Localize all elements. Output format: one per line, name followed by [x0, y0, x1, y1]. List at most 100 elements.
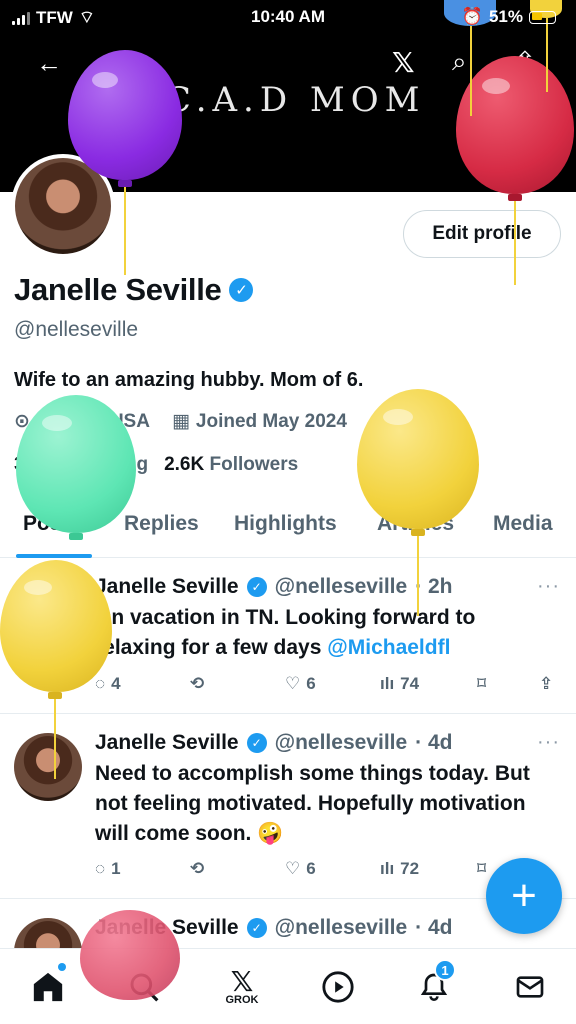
bookmark-button[interactable]: ⌑ [477, 859, 486, 879]
post-author-name[interactable]: Janelle Seville [95, 731, 239, 755]
calendar-icon: ▦ [171, 411, 190, 432]
profile-handle: @nelleseville [14, 318, 139, 341]
plus-icon: + [511, 871, 537, 920]
compose-post-button[interactable]: + [486, 858, 562, 934]
home-unread-dot [58, 963, 66, 971]
verified-badge-icon: ✓ [246, 918, 267, 938]
battery-percent: 51% [488, 7, 523, 26]
bookmark-button[interactable]: ⌑ [477, 674, 486, 694]
repost-button[interactable]: ⟲ [190, 859, 204, 879]
post-author-handle: @nelleseville [274, 916, 408, 939]
repost-button[interactable]: ⟲ [190, 674, 204, 694]
banner-text: S.C.A.D MOM [120, 80, 426, 120]
post-avatar[interactable] [14, 918, 82, 948]
reply-button[interactable]: ◌ 1 [95, 859, 121, 879]
post-item[interactable]: Janelle Seville ✓ @nelleseville · 2h ···… [0, 559, 576, 714]
like-count: 6 [306, 674, 316, 693]
profile-avatar[interactable] [11, 154, 115, 258]
post-timestamp: · 4d [415, 731, 453, 754]
heart-icon: ♡ [285, 859, 301, 878]
like-count: 6 [306, 859, 316, 878]
tab-posts[interactable]: Posts [23, 512, 80, 536]
bookmark-icon: ⌑ [477, 674, 487, 693]
post-item[interactable]: Janelle Seville ✓ @nelleseville · 4d ···… [0, 715, 576, 899]
nav-messages[interactable] [508, 965, 552, 1009]
verified-badge-icon[interactable]: ✓ [229, 278, 254, 302]
edit-profile-button[interactable]: Edit profile [403, 210, 561, 258]
followers-link[interactable]: 2.6K Followers [164, 454, 298, 476]
location-item: ⊙ Florida, USA [14, 410, 150, 433]
tab-articles[interactable]: Articles [377, 512, 454, 536]
nav-grok[interactable]: 𝕏 GROK [220, 965, 264, 1009]
post-author-handle: @nelleseville [274, 731, 408, 754]
reply-count: 1 [111, 859, 121, 878]
search-icon[interactable]: ⌕ [452, 46, 467, 78]
views-icon: ılı [380, 859, 395, 878]
location-text: Florida, USA [35, 410, 150, 432]
grok-icon: 𝕏 [230, 966, 254, 997]
alarm-icon: ⏰ [461, 7, 483, 26]
profile-name: Janelle Seville [14, 272, 222, 307]
profile-tabs: Posts Replies Highlights Articles Media [0, 504, 576, 558]
more-options-icon[interactable]: ··· [537, 731, 560, 754]
notifications-badge: 1 [434, 959, 456, 981]
views-button[interactable]: ılı 72 [380, 859, 419, 879]
joined-text: Joined May 2024 [195, 410, 347, 432]
post-avatar[interactable] [14, 575, 82, 643]
post-timestamp: · 4d [415, 916, 453, 939]
reply-icon: ◌ [95, 859, 106, 878]
play-icon [322, 971, 354, 1003]
reply-count: 4 [111, 674, 121, 693]
active-tab-indicator [16, 554, 92, 558]
repost-icon: ⟲ [190, 674, 205, 693]
nav-home[interactable] [26, 963, 70, 1009]
tab-highlights[interactable]: Highlights [234, 512, 337, 536]
more-options-icon[interactable]: ··· [537, 575, 560, 598]
nav-notifications[interactable]: 1 [412, 959, 456, 1009]
mail-icon [516, 976, 544, 998]
profile-bio: Wife to an amazing hubby. Mom of 6. [14, 369, 364, 391]
following-link[interactable]: 3.4K Following [14, 454, 148, 476]
share-icon: ⇪ [539, 674, 554, 693]
nav-video[interactable] [316, 965, 360, 1009]
home-icon [33, 972, 63, 1002]
post-text: On vacation in TN. Looking forward to re… [95, 603, 555, 663]
post-text: Need to accomplish some things today. Bu… [95, 762, 530, 845]
mention-link[interactable]: @Michaeldfl [327, 636, 450, 659]
repost-icon: ⟲ [190, 859, 205, 878]
heart-icon: ♡ [285, 674, 301, 693]
back-arrow-icon[interactable]: ← [36, 48, 62, 79]
views-button[interactable]: ılı 74 [380, 674, 419, 694]
bottom-nav: 𝕏 GROK 1 [0, 948, 576, 1024]
post-author-handle: @nelleseville [274, 575, 408, 598]
joined-item: ▦ Joined May 2024 [172, 410, 347, 433]
status-bar: TFW ⌔ 10:40 AM ⏰ 51% [0, 0, 576, 34]
like-button[interactable]: ♡ 6 [285, 674, 316, 694]
tab-replies[interactable]: Replies [124, 512, 199, 536]
post-author-name[interactable]: Janelle Seville [95, 575, 239, 599]
followers-label: Followers [209, 454, 299, 475]
reply-icon: ◌ [95, 674, 106, 693]
share-icon[interactable]: ⇪ [514, 46, 536, 77]
location-pin-icon: ⊙ [14, 411, 30, 432]
reply-button[interactable]: ◌ 4 [95, 674, 121, 694]
bookmark-icon: ⌑ [477, 859, 487, 878]
battery-icon [529, 10, 556, 24]
post-author-name[interactable]: Janelle Seville [95, 916, 239, 940]
share-post-button[interactable]: ⇪ [539, 674, 553, 694]
tab-media[interactable]: Media [493, 512, 553, 536]
search-icon [130, 973, 159, 1002]
followers-count: 2.6K [164, 454, 205, 475]
like-button[interactable]: ♡ 6 [285, 859, 316, 879]
verified-badge-icon: ✓ [246, 733, 267, 753]
following-count: 3.4K [14, 454, 55, 475]
views-icon: ılı [380, 674, 395, 693]
view-count: 72 [400, 859, 420, 878]
nav-search[interactable] [122, 965, 166, 1009]
post-avatar[interactable] [14, 733, 82, 801]
post-timestamp: · 2h [415, 575, 453, 598]
grok-label: GROK [225, 994, 259, 1006]
verified-badge-icon: ✓ [246, 577, 267, 597]
grok-icon[interactable]: 𝕏 [392, 46, 415, 79]
following-label: Following [59, 454, 149, 475]
